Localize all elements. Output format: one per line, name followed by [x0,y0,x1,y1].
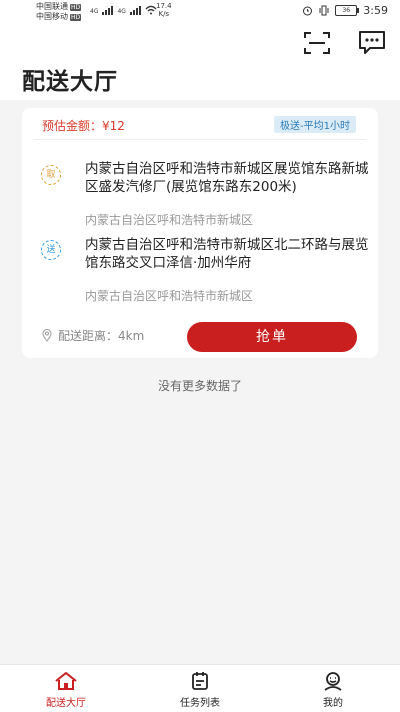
grab-order-button[interactable]: 抢单 [187,322,357,352]
tab-delivery-hall[interactable]: 配送大厅 [26,671,106,709]
signal-icon [129,5,141,15]
carrier-1: 中国联通 [36,2,68,11]
network-speed: 17.4 K/s [156,2,172,18]
profile-icon [324,672,342,691]
distance-text: 配送距离：4km [58,329,145,343]
battery-icon: 36 [335,5,360,16]
signal-icon [102,5,114,15]
delivery-distance: 配送距离：4km [42,327,144,344]
dropoff-region: 内蒙古自治区呼和浩特市新城区 [85,289,254,303]
divider [34,139,366,140]
page-title: 配送大厅 [22,69,118,95]
dropoff-address: 内蒙古自治区呼和浩特市新城区北二环路与展览馆东路交叉口泽信·加州华府 [85,237,369,271]
estimated-price: 预估金额：¥12 [42,119,125,133]
pickup-region: 内蒙古自治区呼和浩特市新城区 [85,213,254,227]
location-pin-icon [42,329,52,342]
hd-badge: HD [70,13,82,21]
carrier-info: 中国联通 HD 中国移动 HD [36,2,82,22]
scan-icon[interactable] [304,32,330,54]
tab-label: 配送大厅 [46,698,86,709]
bottom-tab-bar: 配送大厅 任务列表 我的 [0,664,400,712]
pickup-address: 内蒙古自治区呼和浩特市新城区展览馆东路新城区盛发汽修厂(展览馆东路东200米) [85,161,369,195]
list-end-text: 没有更多数据了 [157,379,242,393]
tab-task-list[interactable]: 任务列表 [160,671,240,709]
message-icon[interactable] [358,30,386,56]
signal-icons: 4G 4G [90,5,157,15]
page-header: 配送大厅 [0,24,400,100]
vibrate-icon [319,5,329,16]
clock: 3:59 [363,4,388,17]
tab-label: 任务列表 [180,698,220,709]
home-icon [55,672,77,690]
speed-value: 17.4 [156,2,172,10]
status-bar: 中国联通 HD 中国移动 HD 4G 4G 17.4 K/s 36 3:59 [0,0,400,24]
status-right: 36 3:59 [302,4,388,17]
tab-profile[interactable]: 我的 [293,671,373,709]
carrier-2: 中国移动 [36,12,68,21]
network-type-1: 4G [90,8,99,15]
dropoff-icon: 送 [41,240,61,260]
alarm-icon [303,6,313,16]
hd-badge: HD [70,3,82,11]
pickup-icon: 取 [41,165,61,185]
order-card[interactable]: 预估金额：¥12 极送-平均1小时 取 内蒙古自治区呼和浩特市新城区展览馆东路新… [22,108,378,358]
speed-unit: K/s [158,10,170,18]
delivery-speed-tag: 极送-平均1小时 [274,116,356,133]
network-type-2: 4G [117,8,126,15]
tab-label: 我的 [323,698,343,709]
task-list-icon [192,672,208,690]
